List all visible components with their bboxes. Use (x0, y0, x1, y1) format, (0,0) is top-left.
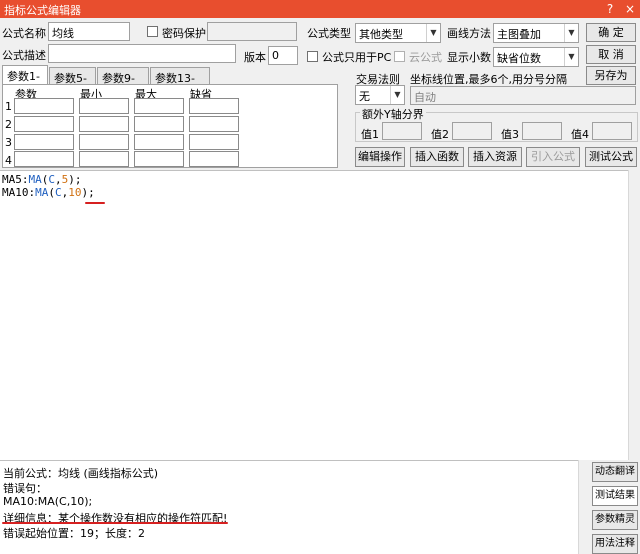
side-button-panel: 动态翻译 测试结果 参数精灵 用法注释 (590, 460, 640, 554)
param-row-number: 1 (5, 100, 12, 113)
param-name-input[interactable] (14, 134, 74, 150)
param-min-input[interactable] (79, 134, 129, 150)
value4-label: 值4 (571, 128, 589, 141)
help-button[interactable]: ? (600, 0, 620, 18)
dynamic-translate-button[interactable]: 动态翻译 (592, 462, 638, 482)
name-label: 公式名称 (2, 27, 46, 40)
decimals-select[interactable]: 缺省位数 ▼ (493, 47, 579, 67)
decimals-label: 显示小数 (447, 51, 491, 64)
message-scrollbar[interactable] (578, 460, 590, 554)
current-formula-text: 当前公式：均线 (画线指标公式) (3, 467, 159, 480)
pc-only-checkbox[interactable] (307, 51, 318, 62)
param-min-input[interactable] (79, 116, 129, 132)
password-checkbox[interactable] (147, 26, 158, 37)
param-default-input[interactable] (189, 98, 239, 114)
param-default-input[interactable] (189, 116, 239, 132)
import-formula-button: 引入公式 (526, 147, 580, 167)
tab-params-1-4[interactable]: 参数1-4 (2, 65, 48, 97)
value2-input[interactable] (452, 122, 492, 140)
editor-scrollbar[interactable] (628, 170, 640, 460)
error-position-text: 错误起始位置：19；长度：2 (3, 527, 145, 540)
param-default-input[interactable] (189, 134, 239, 150)
code-line: MA10:MA(C,10); (2, 186, 95, 199)
type-select[interactable]: 其他类型 ▼ (355, 23, 441, 43)
chevron-down-icon: ▼ (390, 86, 404, 104)
param-max-input[interactable] (134, 134, 184, 150)
chevron-down-icon: ▼ (564, 48, 578, 66)
coord-input[interactable]: 自动 (410, 86, 636, 105)
param-min-input[interactable] (79, 98, 129, 114)
insert-resource-button[interactable]: 插入资源 (468, 147, 522, 167)
value1-label: 值1 (361, 128, 379, 141)
formula-settings-panel: 公式名称 均线 密码保护 公式类型 其他类型 ▼ 画线方法 主图叠加 ▼ 确 定… (0, 18, 640, 170)
tab-params-5-8[interactable]: 参数5-8 (49, 67, 96, 99)
test-formula-button[interactable]: 测试公式 (585, 147, 637, 167)
error-label-text: 错误句： (3, 482, 47, 495)
cancel-button[interactable]: 取 消 (586, 45, 636, 64)
coord-label: 坐标线位置,最多6个,用分号分隔 (410, 73, 567, 86)
name-input[interactable]: 均线 (48, 22, 130, 41)
detail-underline (2, 522, 228, 524)
param-name-input[interactable] (14, 98, 74, 114)
param-max-input[interactable] (134, 116, 184, 132)
draw-select[interactable]: 主图叠加 ▼ (493, 23, 579, 43)
value2-label: 值2 (431, 128, 449, 141)
password-label: 密码保护 (162, 27, 206, 40)
param-min-input[interactable] (79, 151, 129, 167)
save-as-button[interactable]: 另存为 (586, 66, 636, 85)
extra-yaxis-title: 额外Y轴分界 (360, 106, 426, 122)
value3-input[interactable] (522, 122, 562, 140)
title-bar: 指标公式编辑器 ? × (0, 0, 640, 18)
message-panel: 当前公式：均线 (画线指标公式) 错误句： MA10:MA(C,10); 详细信… (0, 460, 590, 554)
pc-only-label: 公式只用于PC (322, 51, 392, 64)
tab-params-9-12[interactable]: 参数9-12 (97, 67, 149, 99)
param-row-number: 3 (5, 136, 12, 149)
trade-rule-select[interactable]: 无 ▼ (355, 85, 405, 105)
usage-notes-button[interactable]: 用法注释 (592, 534, 638, 554)
value1-input[interactable] (382, 122, 422, 140)
test-result-button[interactable]: 测试结果 (592, 486, 638, 506)
param-max-input[interactable] (134, 98, 184, 114)
param-max-input[interactable] (134, 151, 184, 167)
param-name-input[interactable] (14, 116, 74, 132)
confirm-button[interactable]: 确 定 (586, 23, 636, 42)
value4-input[interactable] (592, 122, 632, 140)
desc-input[interactable] (48, 44, 236, 63)
code-line: MA5:MA(C,5); (2, 173, 82, 186)
param-wizard-button[interactable]: 参数精灵 (592, 510, 638, 530)
version-input[interactable]: 0 (268, 46, 298, 65)
value3-label: 值3 (501, 128, 519, 141)
param-row-number: 4 (5, 154, 12, 167)
error-statement-text: MA10:MA(C,10); (3, 495, 93, 508)
window-title: 指标公式编辑器 (4, 4, 81, 17)
version-label: 版本 (244, 51, 266, 64)
param-default-input[interactable] (189, 151, 239, 167)
password-input (207, 22, 297, 41)
error-underline (85, 202, 105, 204)
close-button[interactable]: × (620, 0, 640, 18)
cloud-checkbox (394, 51, 405, 62)
type-label: 公式类型 (307, 27, 351, 40)
desc-label: 公式描述 (2, 49, 46, 62)
chevron-down-icon: ▼ (426, 24, 440, 42)
param-name-input[interactable] (14, 151, 74, 167)
code-editor[interactable]: MA5:MA(C,5); MA10:MA(C,10); (0, 170, 628, 460)
insert-function-button[interactable]: 插入函数 (410, 147, 464, 167)
draw-label: 画线方法 (447, 27, 491, 40)
param-grid: 参数 最小 最大 缺省 1 2 3 4 (2, 84, 338, 168)
tab-params-13-16[interactable]: 参数13-16 (150, 67, 210, 99)
param-row-number: 2 (5, 118, 12, 131)
chevron-down-icon: ▼ (564, 24, 578, 42)
cloud-label: 云公式 (409, 51, 442, 64)
edit-ops-button[interactable]: 编辑操作 (355, 147, 405, 167)
